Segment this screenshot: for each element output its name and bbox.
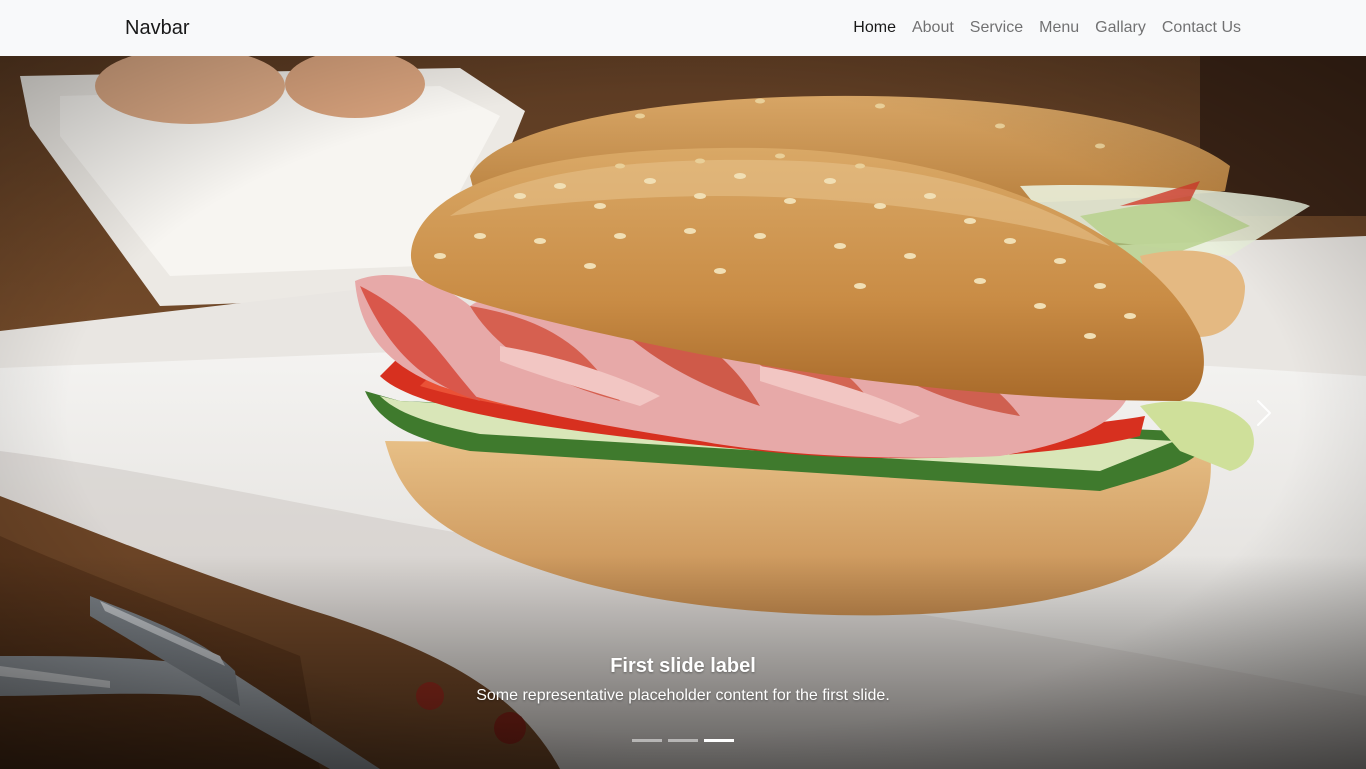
nav-link-service[interactable]: Service [970, 18, 1023, 38]
indicator-slide-3[interactable] [704, 739, 734, 742]
chevron-right-icon [1257, 399, 1271, 426]
caption-title: First slide label [610, 655, 756, 677]
navbar: Navbar Home About Service Menu Gallary C… [0, 0, 1366, 56]
nav-link-about[interactable]: About [912, 18, 954, 38]
indicator-slide-2[interactable] [668, 739, 698, 742]
indicator-slide-1[interactable] [632, 739, 662, 742]
nav-links: Home About Service Menu Gallary Contact … [853, 0, 1241, 56]
carousel-caption: First slide label Some representative pl… [0, 654, 1366, 706]
nav-link-contact-us[interactable]: Contact Us [1162, 18, 1241, 38]
caption-text: Some representative placeholder content … [476, 687, 890, 704]
hero-carousel: First slide label Some representative pl… [0, 56, 1366, 769]
navbar-brand[interactable]: Navbar [125, 16, 189, 40]
carousel-indicators [0, 739, 1366, 743]
nav-link-home[interactable]: Home [853, 18, 896, 38]
nav-link-gallary[interactable]: Gallary [1095, 18, 1146, 38]
nav-link-menu[interactable]: Menu [1039, 18, 1079, 38]
